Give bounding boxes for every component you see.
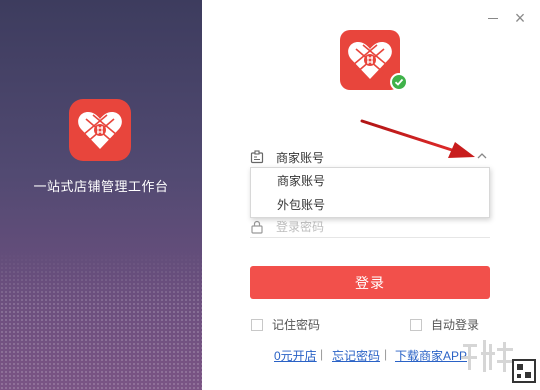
dropdown-option-merchant[interactable]: 商家账号 — [251, 169, 489, 193]
id-card-icon — [250, 150, 264, 164]
minimize-icon[interactable] — [485, 10, 501, 26]
link-separator: | — [320, 347, 324, 361]
app-slogan: 一站式店铺管理工作台 — [33, 179, 169, 194]
lock-icon — [251, 220, 263, 234]
remember-password-label: 记住密码 — [272, 318, 321, 332]
pinduoduo-logo — [69, 99, 131, 161]
watermark-logo — [461, 340, 536, 383]
account-type-value: 商家账号 — [276, 150, 325, 165]
link-separator: | — [384, 347, 388, 361]
dot-pattern — [0, 250, 202, 390]
forgot-password-link[interactable]: 忘记密码 — [332, 347, 380, 364]
remember-password-checkbox[interactable]: 记住密码 — [251, 316, 320, 333]
account-type-dropdown: 商家账号 外包账号 — [250, 167, 490, 218]
auto-login-label: 自动登录 — [431, 318, 480, 332]
chevron-up-icon[interactable] — [476, 150, 488, 162]
checkbox-box[interactable] — [410, 318, 422, 331]
download-app-link[interactable]: 下载商家APP — [395, 347, 467, 364]
brand-panel: 一站式店铺管理工作台 — [0, 0, 202, 390]
close-icon[interactable]: × — [512, 9, 528, 27]
password-input[interactable] — [276, 219, 476, 234]
dropdown-option-outsource[interactable]: 外包账号 — [251, 193, 489, 217]
login-button[interactable]: 登录 — [250, 266, 490, 299]
auto-login-checkbox[interactable]: 自动登录 — [410, 316, 479, 333]
checkbox-box[interactable] — [251, 318, 263, 331]
account-type-select[interactable]: 商家账号 — [250, 146, 490, 168]
verified-check-icon — [390, 73, 408, 91]
open-store-link[interactable]: 0元开店 — [274, 347, 317, 364]
password-field[interactable] — [250, 216, 490, 238]
